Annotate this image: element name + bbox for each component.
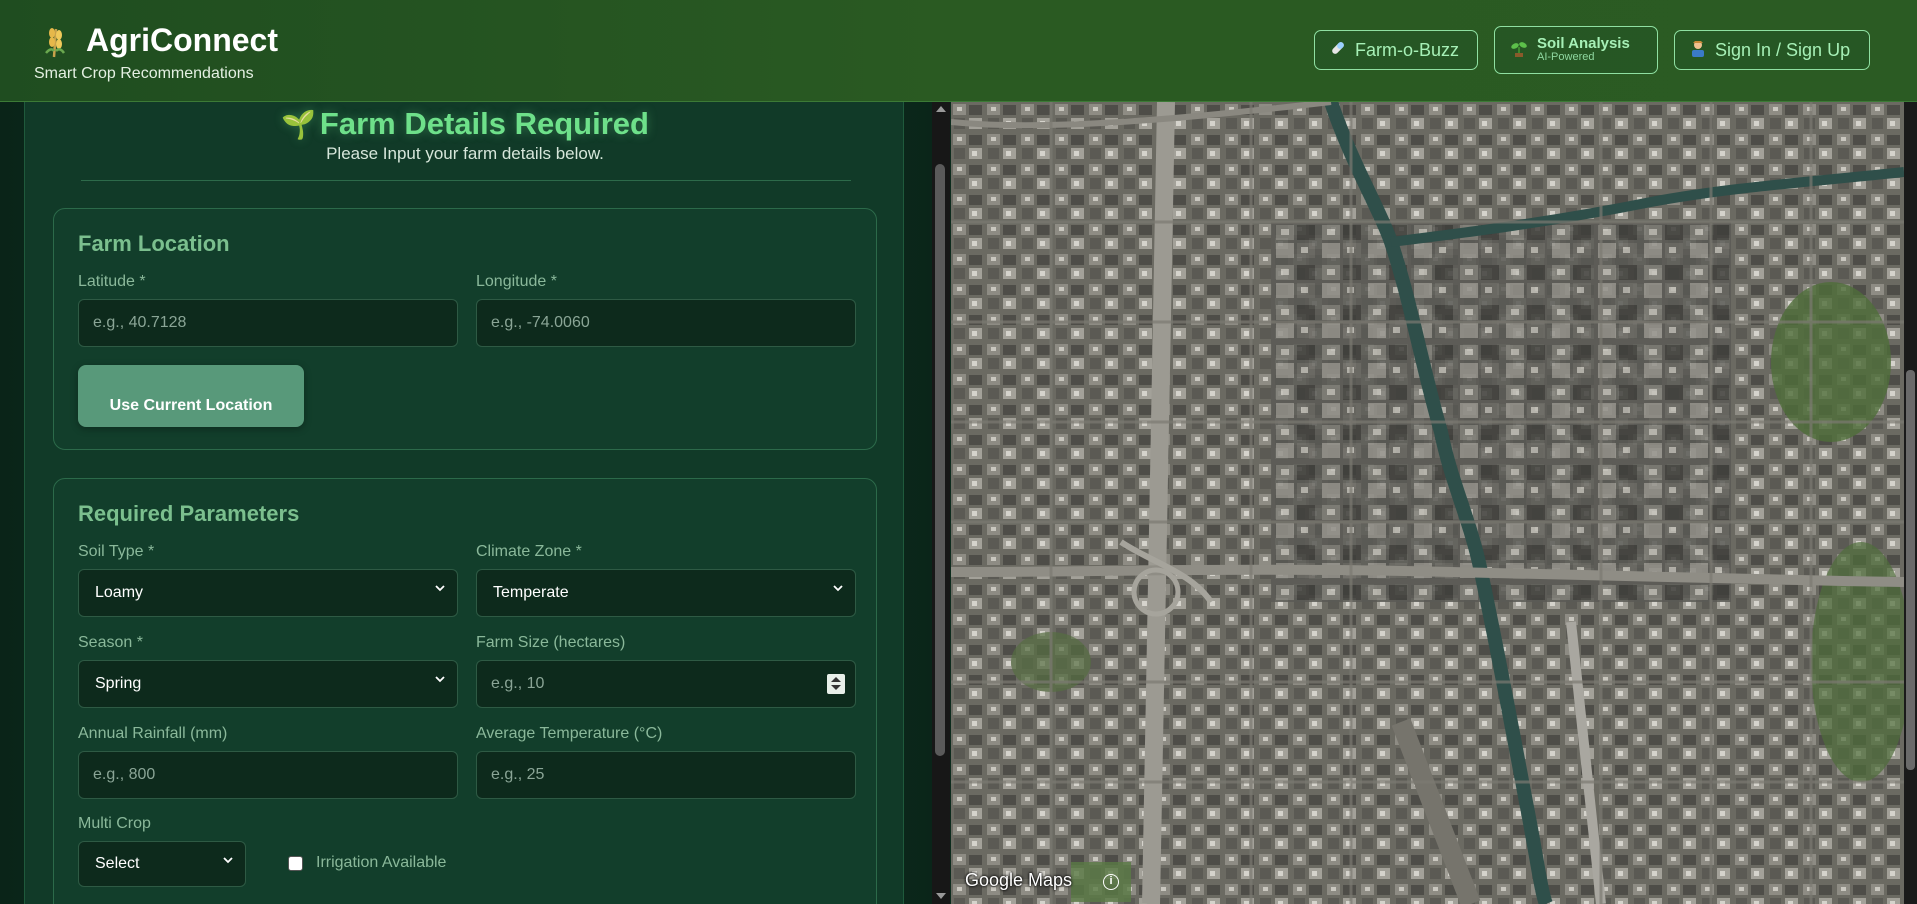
form-scrollbar-thumb[interactable] [935, 164, 945, 756]
pill-icon [1329, 39, 1347, 62]
sprout-icon: 🌱 [281, 109, 316, 140]
farm-location-section: Farm Location Latitude * e.g., 40.7128 L… [53, 208, 877, 450]
app-subtitle: Smart Crop Recommendations [34, 65, 254, 82]
latitude-label: Latitude * [78, 273, 146, 290]
chevron-down-icon [435, 676, 445, 683]
climate-zone-value: Temperate [493, 584, 569, 601]
soil-analysis-label: Soil Analysis [1537, 35, 1630, 53]
chevron-down-icon [833, 585, 843, 592]
temperature-label: Average Temperature (°C) [476, 725, 663, 742]
multi-crop-select[interactable]: Select [78, 841, 246, 887]
farm-size-input[interactable]: e.g., 10 [476, 660, 856, 708]
farm-location-title: Farm Location [78, 231, 230, 256]
climate-zone-select[interactable]: Temperate [476, 569, 856, 617]
wheat-logo-icon [42, 23, 72, 59]
scroll-up-arrow-icon[interactable] [936, 106, 946, 112]
divider [81, 180, 851, 181]
sign-in-button[interactable]: Sign In / Sign Up [1674, 30, 1870, 70]
soil-type-label: Soil Type * [78, 543, 155, 560]
satellite-imagery [951, 102, 1904, 904]
soil-analysis-button[interactable]: Soil Analysis AI-Powered [1494, 26, 1658, 74]
map-scrollbar-thumb[interactable] [1906, 370, 1915, 770]
longitude-label: Longitude * [476, 273, 557, 290]
irrigation-label: Irrigation Available [316, 854, 447, 871]
required-parameters-section: Required Parameters Soil Type * Loamy Cl… [53, 478, 877, 904]
soil-type-value: Loamy [95, 584, 144, 601]
chevron-down-icon [223, 857, 233, 864]
rainfall-label: Annual Rainfall (mm) [78, 725, 228, 742]
farm-o-buzz-label: Farm-o-Buzz [1355, 39, 1460, 60]
season-select[interactable]: Spring [78, 660, 458, 708]
season-label: Season * [78, 634, 143, 651]
scroll-down-arrow-icon[interactable] [936, 893, 946, 899]
farm-size-label: Farm Size (hectares) [476, 634, 626, 651]
climate-zone-label: Climate Zone * [476, 543, 582, 560]
farm-size-placeholder: e.g., 10 [491, 675, 545, 692]
form-subtitle: Please Input your farm details below. [326, 144, 604, 163]
brand[interactable]: AgriConnect [42, 22, 278, 59]
app-header: AgriConnect Smart Crop Recommendations F… [0, 0, 1917, 102]
latitude-input[interactable]: e.g., 40.7128 [78, 299, 458, 347]
google-maps-logo: Google Maps [965, 870, 1073, 890]
info-icon[interactable]: i [1103, 874, 1119, 890]
satellite-map[interactable] [951, 102, 1904, 904]
required-parameters-title: Required Parameters [78, 501, 300, 526]
chevron-down-icon [435, 585, 445, 592]
number-spinner-icon[interactable] [827, 674, 845, 694]
form-card: 🌱 Farm Details Required Please Input your… [24, 102, 904, 904]
multi-crop-label: Multi Crop [78, 815, 151, 832]
form-panel: 🌱 Farm Details Required Please Input your… [0, 102, 950, 904]
rainfall-input[interactable]: e.g., 800 [78, 751, 458, 799]
season-value: Spring [95, 675, 142, 692]
farmer-icon [1689, 39, 1707, 62]
multi-crop-value: Select [95, 855, 140, 872]
use-current-location-button[interactable]: Use Current Location [78, 365, 304, 427]
farm-o-buzz-button[interactable]: Farm-o-Buzz [1314, 30, 1478, 70]
temperature-input[interactable]: e.g., 25 [476, 751, 856, 799]
soil-type-select[interactable]: Loamy [78, 569, 458, 617]
app-title: AgriConnect [86, 22, 278, 58]
longitude-input[interactable]: e.g., -74.0060 [476, 299, 856, 347]
sign-in-label: Sign In / Sign Up [1715, 39, 1851, 60]
soil-analysis-sub: AI-Powered [1537, 51, 1595, 64]
form-title: 🌱 Farm Details Required [281, 106, 649, 141]
irrigation-checkbox[interactable] [288, 856, 303, 871]
seedling-icon [1509, 38, 1529, 63]
